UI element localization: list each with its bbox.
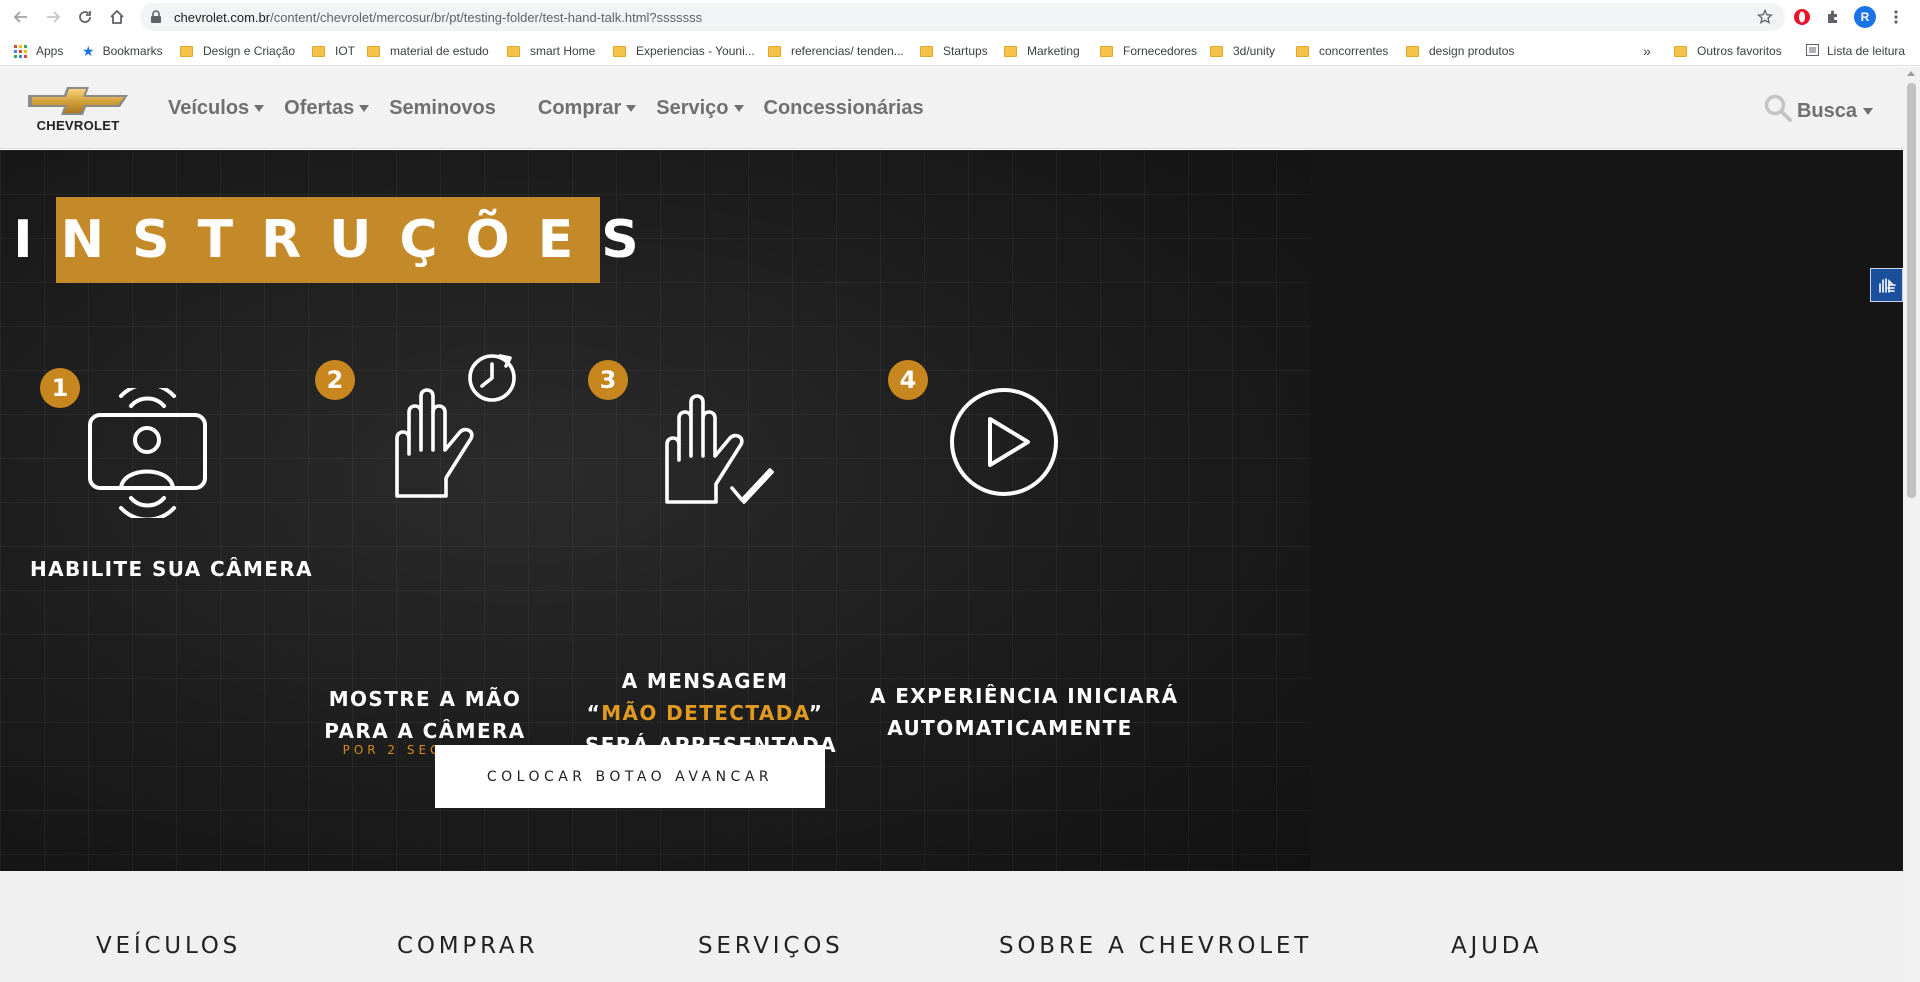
folder-icon: [1100, 45, 1113, 57]
lock-icon: [150, 10, 162, 29]
site-header: CHEVROLET Veículos Ofertas Seminovos Com…: [0, 67, 1903, 149]
step-4-badge: 4: [888, 360, 928, 400]
caret-down-icon: [359, 105, 370, 112]
instructions-title: INSTRUÇÕES: [13, 210, 667, 270]
folder-icon: [768, 45, 781, 57]
bookmark-apps[interactable]: Apps: [14, 43, 63, 59]
footer-heading-ajuda[interactable]: AJUDA: [1451, 933, 1542, 959]
bookmark-folder[interactable]: Startups: [920, 43, 988, 59]
hand-check-icon: [662, 368, 777, 523]
bookmarks-bar: Apps ★ Bookmarks Design e Criação IOT ma…: [0, 34, 1920, 66]
step-4-text-line1: A EXPERIÊNCIA INICIARÁ: [870, 684, 1179, 708]
bookmark-star-icon[interactable]: [1756, 8, 1774, 30]
mao-detectada-highlight: MÃO DETECTADA: [601, 701, 809, 725]
bookmark-folder[interactable]: smart Home: [507, 43, 595, 59]
bookmark-folder[interactable]: IOT: [312, 43, 355, 59]
extensions-puzzle-icon[interactable]: [1823, 7, 1843, 27]
bookmark-folder[interactable]: referencias/ tenden...: [768, 43, 904, 59]
caret-down-icon: [254, 105, 265, 112]
menu-item-veiculos[interactable]: Veículos: [168, 97, 265, 120]
step-2-badge: 2: [315, 360, 355, 400]
sign-language-hands-icon: [1878, 278, 1896, 293]
step-2-text-line1: MOSTRE A MÃO: [328, 687, 522, 711]
caret-down-icon: [1863, 107, 1873, 115]
search-icon: [1763, 93, 1793, 129]
footer-heading-sobre-a-chevrolet[interactable]: SOBRE A CHEVROLET: [999, 933, 1312, 959]
folder-icon: [613, 45, 626, 57]
caret-down-icon: [733, 105, 744, 112]
site-footer: VEÍCULOS COMPRAR SERVIÇOS SOBRE A CHEVRO…: [0, 871, 1903, 982]
browser-toolbar: chevrolet.com.br/content/chevrolet/merco…: [0, 0, 1920, 34]
folder-icon: [367, 45, 380, 57]
main-menu: Veículos Ofertas Seminovos Comprar Servi…: [168, 97, 944, 120]
other-bookmarks[interactable]: Outros favoritos: [1674, 43, 1782, 59]
profile-avatar[interactable]: R: [1854, 6, 1876, 28]
bookmark-bookmarks[interactable]: ★ Bookmarks: [82, 43, 163, 59]
folder-icon: [1296, 45, 1309, 57]
blue-star-icon: ★: [82, 42, 95, 59]
hand-talk-accessibility-button[interactable]: [1870, 268, 1903, 302]
opera-extension-icon[interactable]: [1792, 7, 1812, 27]
step-1-text: HABILITE SUA CÂMERA: [30, 557, 314, 581]
scroll-up-arrow-icon[interactable]: [1907, 71, 1915, 76]
home-icon[interactable]: [106, 6, 128, 28]
folder-icon: [1004, 45, 1017, 57]
advance-button[interactable]: COLOCAR BOTAO AVANCAR: [435, 745, 825, 808]
kebab-menu-icon[interactable]: [1886, 7, 1906, 27]
forward-icon[interactable]: [42, 6, 64, 28]
address-bar[interactable]: chevrolet.com.br/content/chevrolet/merco…: [140, 3, 1785, 31]
bookmark-folder[interactable]: concorrentes: [1296, 43, 1388, 59]
instructions-title-box: INSTRUÇÕES: [13, 197, 639, 283]
play-circle-icon: [948, 386, 1060, 503]
apps-grid-icon: [14, 44, 27, 58]
more-bookmarks-chevron[interactable]: »: [1643, 43, 1651, 59]
brand-wordmark: CHEVROLET: [36, 118, 120, 133]
folder-icon: [312, 45, 325, 57]
folder-icon: [507, 45, 520, 57]
dark-panel: [1310, 150, 1903, 871]
menu-item-concessionarias[interactable]: Concessionárias: [764, 97, 924, 120]
search-button[interactable]: Busca: [1763, 93, 1873, 129]
step-1-badge: 1: [40, 368, 80, 408]
footer-heading-servicos[interactable]: SERVIÇOS: [698, 933, 844, 959]
chevrolet-logo[interactable]: CHEVROLET: [24, 83, 132, 135]
folder-icon: [1210, 45, 1223, 57]
folder-icon: [1406, 45, 1419, 57]
menu-item-seminovos[interactable]: Seminovos: [389, 97, 496, 120]
bookmark-folder[interactable]: design produtos: [1406, 43, 1514, 59]
caret-down-icon: [626, 105, 637, 112]
page-scrollbar[interactable]: [1903, 67, 1920, 982]
chevrolet-bowtie-icon: [28, 87, 128, 115]
footer-heading-veiculos[interactable]: VEÍCULOS: [96, 933, 241, 959]
folder-icon: [920, 45, 933, 57]
scrollbar-thumb[interactable]: [1907, 83, 1916, 498]
folder-icon: [1674, 45, 1687, 57]
url-text: chevrolet.com.br/content/chevrolet/merco…: [174, 10, 703, 25]
instructions-hero: INSTRUÇÕES 1 HABILITE SUA CÂMERA 2 MOSTR…: [0, 150, 1903, 871]
footer-heading-comprar[interactable]: COMPRAR: [397, 933, 538, 959]
bookmark-folder[interactable]: Experiencias - Youni...: [613, 43, 755, 59]
step-3-badge: 3: [588, 360, 628, 400]
reload-icon[interactable]: [74, 6, 96, 28]
reading-list[interactable]: Lista de leitura: [1806, 43, 1905, 59]
bookmark-folder[interactable]: Marketing: [1004, 43, 1080, 59]
step-3-text-line2: “MÃO DETECTADA”: [586, 701, 824, 725]
reading-list-icon: [1806, 43, 1819, 59]
bookmark-folder[interactable]: Design e Criação: [180, 43, 295, 59]
folder-icon: [180, 45, 193, 57]
menu-item-ofertas[interactable]: Ofertas: [284, 97, 370, 120]
menu-item-servico[interactable]: Serviço: [656, 97, 744, 120]
camera-person-icon: [85, 382, 210, 523]
bookmark-folder[interactable]: 3d/unity: [1210, 43, 1275, 59]
bookmark-folder[interactable]: Fornecedores: [1100, 43, 1197, 59]
hand-timer-icon: [388, 350, 523, 507]
menu-item-comprar[interactable]: Comprar: [538, 97, 637, 120]
step-4-text-line2: AUTOMATICAMENTE: [887, 716, 1133, 740]
step-3-text-line1: A MENSAGEM: [621, 669, 789, 693]
bookmark-folder[interactable]: material de estudo: [367, 43, 489, 59]
back-icon[interactable]: [10, 6, 32, 28]
